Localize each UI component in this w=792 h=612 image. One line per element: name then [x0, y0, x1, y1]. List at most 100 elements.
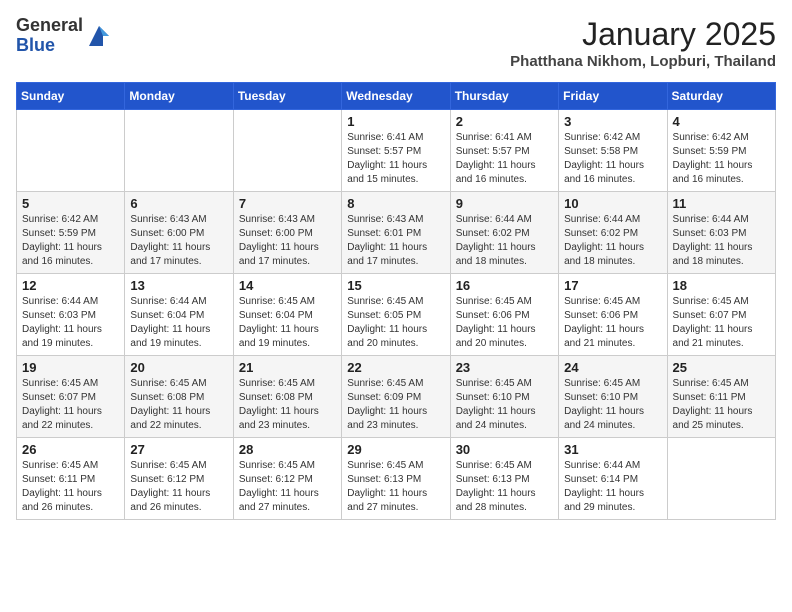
calendar-cell: 6 Sunrise: 6:43 AM Sunset: 6:00 PM Daylig… [125, 192, 233, 274]
day-info: Sunrise: 6:44 AM Sunset: 6:14 PM Dayligh… [564, 459, 661, 515]
day-info: Sunrise: 6:41 AM Sunset: 5:57 PM Dayligh… [347, 131, 444, 187]
calendar-cell: 7Sunrise: 6:43 AM Sunset: 6:00 PM Daylig… [233, 192, 341, 274]
day-number: 19 [22, 360, 119, 375]
day-info: Sunrise: 6:45 AM Sunset: 6:05 PM Dayligh… [347, 295, 444, 351]
day-number: 8 [347, 196, 444, 211]
calendar-cell: 4Sunrise: 6:42 AM Sunset: 5:59 PM Daylig… [667, 110, 775, 192]
calendar-cell: 19 Sunrise: 6:45 AM Sunset: 6:07 PM Dayli… [17, 356, 125, 438]
day-number: 1 [347, 114, 444, 129]
weekday-header-monday: Monday [125, 83, 233, 110]
day-number: 15 [347, 278, 444, 293]
weekday-header-wednesday: Wednesday [342, 83, 450, 110]
day-number: 6 [130, 196, 227, 211]
day-number: 14 [239, 278, 336, 293]
weekday-header-saturday: Saturday [667, 83, 775, 110]
day-number: 3 [564, 114, 661, 129]
day-number: 26 [22, 442, 119, 457]
day-number: 21 [239, 360, 336, 375]
logo: General Blue [16, 16, 113, 56]
day-info: Sunrise: 6:44 AM Sunset: 6:03 PM Dayligh… [22, 295, 119, 351]
day-info: Sunrise: 6:45 AM Sunset: 6:06 PM Dayligh… [564, 295, 661, 351]
calendar-cell [17, 110, 125, 192]
day-number: 20 [130, 360, 227, 375]
calendar-cell: 5Sunrise: 6:42 AM Sunset: 5:59 PM Daylig… [17, 192, 125, 274]
calendar-week-2: 5Sunrise: 6:42 AM Sunset: 5:59 PM Daylig… [17, 192, 776, 274]
day-info: Sunrise: 6:44 AM Sunset: 6:04 PM Dayligh… [130, 295, 227, 351]
calendar-cell: 16 Sunrise: 6:45 AM Sunset: 6:06 PM Dayli… [450, 274, 558, 356]
day-number: 31 [564, 442, 661, 457]
day-info: Sunrise: 6:43 AM Sunset: 6:00 PM Dayligh… [239, 213, 336, 269]
calendar-cell: 14 Sunrise: 6:45 AM Sunset: 6:04 PM Dayli… [233, 274, 341, 356]
calendar-cell: 25Sunrise: 6:45 AM Sunset: 6:11 PM Dayli… [667, 356, 775, 438]
day-number: 29 [347, 442, 444, 457]
calendar-cell: 18 Sunrise: 6:45 AM Sunset: 6:07 PM Dayli… [667, 274, 775, 356]
day-info: Sunrise: 6:45 AM Sunset: 6:11 PM Dayligh… [22, 459, 119, 515]
weekday-header-friday: Friday [559, 83, 667, 110]
day-info: Sunrise: 6:43 AM Sunset: 6:00 PM Dayligh… [130, 213, 227, 269]
calendar-week-3: 12 Sunrise: 6:44 AM Sunset: 6:03 PM Dayli… [17, 274, 776, 356]
day-info: Sunrise: 6:42 AM Sunset: 5:59 PM Dayligh… [673, 131, 770, 187]
day-info: Sunrise: 6:45 AM Sunset: 6:13 PM Dayligh… [456, 459, 553, 515]
logo-general: General [16, 16, 83, 36]
page-header: General Blue January 2025 Phatthana Nikh… [16, 16, 776, 70]
day-info: Sunrise: 6:45 AM Sunset: 6:10 PM Dayligh… [564, 377, 661, 433]
calendar-cell [667, 438, 775, 520]
day-info: Sunrise: 6:45 AM Sunset: 6:04 PM Dayligh… [239, 295, 336, 351]
calendar-cell: 15 Sunrise: 6:45 AM Sunset: 6:05 PM Dayli… [342, 274, 450, 356]
day-info: Sunrise: 6:44 AM Sunset: 6:02 PM Dayligh… [456, 213, 553, 269]
day-info: Sunrise: 6:45 AM Sunset: 6:09 PM Dayligh… [347, 377, 444, 433]
day-number: 23 [456, 360, 553, 375]
day-number: 18 [673, 278, 770, 293]
calendar-cell: 28 Sunrise: 6:45 AM Sunset: 6:12 PM Dayli… [233, 438, 341, 520]
weekday-header-tuesday: Tuesday [233, 83, 341, 110]
calendar-cell: 24Sunrise: 6:45 AM Sunset: 6:10 PM Dayli… [559, 356, 667, 438]
calendar-cell [233, 110, 341, 192]
day-info: Sunrise: 6:45 AM Sunset: 6:08 PM Dayligh… [239, 377, 336, 433]
day-info: Sunrise: 6:45 AM Sunset: 6:06 PM Dayligh… [456, 295, 553, 351]
calendar-table: SundayMondayTuesdayWednesdayThursdayFrid… [16, 82, 776, 520]
day-info: Sunrise: 6:45 AM Sunset: 6:11 PM Dayligh… [673, 377, 770, 433]
day-number: 28 [239, 442, 336, 457]
calendar-cell: 13Sunrise: 6:44 AM Sunset: 6:04 PM Dayli… [125, 274, 233, 356]
calendar-cell [125, 110, 233, 192]
day-number: 10 [564, 196, 661, 211]
calendar-cell: 29Sunrise: 6:45 AM Sunset: 6:13 PM Dayli… [342, 438, 450, 520]
weekday-header-sunday: Sunday [17, 83, 125, 110]
calendar-cell: 20Sunrise: 6:45 AM Sunset: 6:08 PM Dayli… [125, 356, 233, 438]
logo-text: General Blue [16, 16, 83, 56]
day-number: 17 [564, 278, 661, 293]
day-number: 16 [456, 278, 553, 293]
day-info: Sunrise: 6:45 AM Sunset: 6:12 PM Dayligh… [130, 459, 227, 515]
day-info: Sunrise: 6:43 AM Sunset: 6:01 PM Dayligh… [347, 213, 444, 269]
weekday-header-row: SundayMondayTuesdayWednesdayThursdayFrid… [17, 83, 776, 110]
calendar-cell: 31 Sunrise: 6:44 AM Sunset: 6:14 PM Dayli… [559, 438, 667, 520]
calendar-location: Phatthana Nikhom, Lopburi, Thailand [510, 53, 776, 70]
calendar-cell: 11 Sunrise: 6:44 AM Sunset: 6:03 PM Dayli… [667, 192, 775, 274]
day-number: 5 [22, 196, 119, 211]
calendar-cell: 12 Sunrise: 6:44 AM Sunset: 6:03 PM Dayli… [17, 274, 125, 356]
calendar-cell: 9Sunrise: 6:44 AM Sunset: 6:02 PM Daylig… [450, 192, 558, 274]
day-number: 2 [456, 114, 553, 129]
day-info: Sunrise: 6:45 AM Sunset: 6:07 PM Dayligh… [22, 377, 119, 433]
day-info: Sunrise: 6:45 AM Sunset: 6:10 PM Dayligh… [456, 377, 553, 433]
title-block: January 2025 Phatthana Nikhom, Lopburi, … [510, 16, 776, 70]
calendar-cell: 10Sunrise: 6:44 AM Sunset: 6:02 PM Dayli… [559, 192, 667, 274]
calendar-cell: 2 Sunrise: 6:41 AM Sunset: 5:57 PM Daylig… [450, 110, 558, 192]
day-info: Sunrise: 6:41 AM Sunset: 5:57 PM Dayligh… [456, 131, 553, 187]
calendar-cell: 26 Sunrise: 6:45 AM Sunset: 6:11 PM Dayli… [17, 438, 125, 520]
day-info: Sunrise: 6:42 AM Sunset: 5:58 PM Dayligh… [564, 131, 661, 187]
calendar-cell: 30 Sunrise: 6:45 AM Sunset: 6:13 PM Dayli… [450, 438, 558, 520]
day-info: Sunrise: 6:44 AM Sunset: 6:03 PM Dayligh… [673, 213, 770, 269]
day-number: 12 [22, 278, 119, 293]
logo-blue: Blue [16, 36, 83, 56]
day-number: 30 [456, 442, 553, 457]
day-info: Sunrise: 6:45 AM Sunset: 6:12 PM Dayligh… [239, 459, 336, 515]
day-number: 11 [673, 196, 770, 211]
calendar-cell: 1 Sunrise: 6:41 AM Sunset: 5:57 PM Daylig… [342, 110, 450, 192]
calendar-title: January 2025 [510, 16, 776, 53]
calendar-cell: 8 Sunrise: 6:43 AM Sunset: 6:01 PM Daylig… [342, 192, 450, 274]
calendar-week-5: 26 Sunrise: 6:45 AM Sunset: 6:11 PM Dayli… [17, 438, 776, 520]
day-info: Sunrise: 6:45 AM Sunset: 6:07 PM Dayligh… [673, 295, 770, 351]
calendar-week-4: 19 Sunrise: 6:45 AM Sunset: 6:07 PM Dayli… [17, 356, 776, 438]
calendar-cell: 17 Sunrise: 6:45 AM Sunset: 6:06 PM Dayli… [559, 274, 667, 356]
